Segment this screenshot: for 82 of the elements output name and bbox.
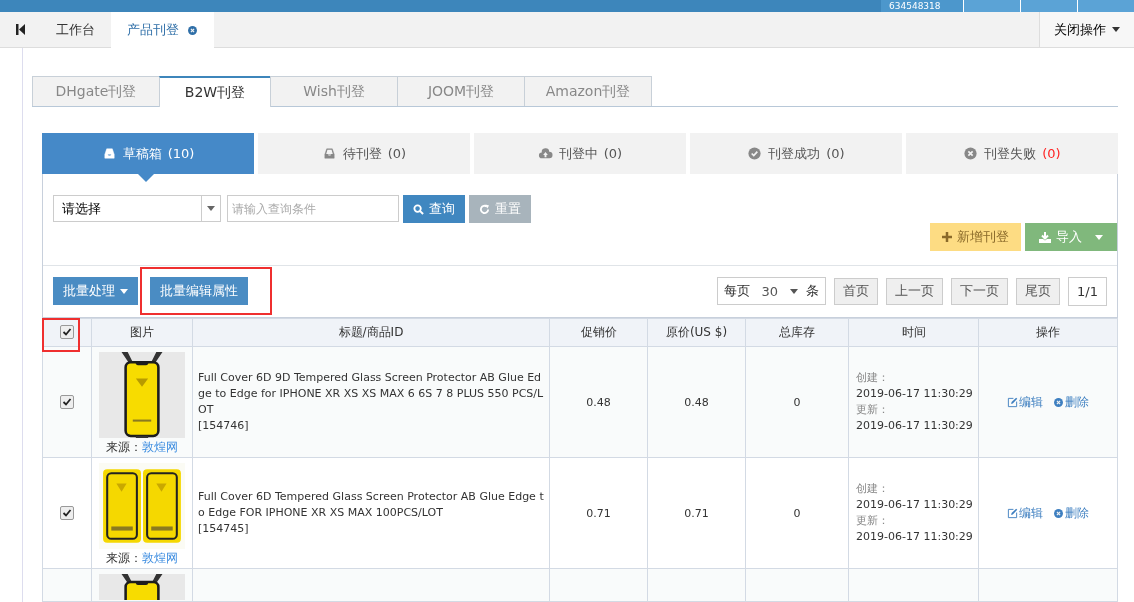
search-icon: [413, 203, 424, 215]
source-label: 来源：: [106, 550, 142, 567]
updated-label: 更新：: [856, 514, 889, 527]
promo-price: 0.48: [586, 395, 611, 409]
caret-icon: [207, 206, 215, 211]
cloud-upload-icon: [537, 146, 553, 161]
source-link[interactable]: 敦煌网: [142, 439, 178, 456]
updated-time: 2019-06-17 11:30:29: [856, 419, 973, 432]
edit-icon: [1007, 507, 1018, 519]
original-price: 0.71: [684, 506, 709, 520]
edit-icon: [1007, 396, 1018, 408]
column-header: 时间: [901, 325, 926, 339]
last-page-button[interactable]: 尾页: [1016, 277, 1061, 305]
close-icon[interactable]: [187, 24, 198, 36]
column-header: 总库存: [779, 325, 815, 339]
created-label: 创建：: [856, 371, 889, 384]
checkbox[interactable]: [60, 394, 74, 409]
created-label: 创建：: [856, 482, 889, 495]
product-title: Full Cover 6D 9D Tempered Glass Screen Protector AB Glue Edge to Edge for IPHONE XR XS XS MAX 6 6S 7 8 PLUS 550 PCS/LOT: [198, 370, 545, 418]
page-tab[interactable]: 产品刊登: [111, 12, 214, 48]
inbox-icon: [101, 146, 117, 161]
platform-tab[interactable]: Amazon刊登: [524, 76, 652, 106]
edit-link[interactable]: 编辑: [1007, 393, 1043, 411]
caret-icon: [790, 288, 799, 294]
batch-process-button[interactable]: 批量处理: [53, 277, 138, 305]
page-indicator: 1/1: [1068, 276, 1107, 306]
created-time: 2019-06-17 11:30:29: [856, 498, 973, 511]
column-header: 标题/商品ID: [338, 325, 404, 339]
column-header: 促销价: [580, 325, 617, 339]
updated-label: 更新：: [856, 403, 889, 416]
stock-count: 0: [793, 395, 801, 409]
product-id: [154745]: [198, 521, 250, 537]
status-tab[interactable]: 刊登失败 (0): [906, 133, 1118, 174]
delete-icon: [1053, 507, 1064, 519]
first-page-button[interactable]: 首页: [834, 277, 879, 305]
page-tab[interactable]: 工作台: [40, 12, 111, 47]
category-select[interactable]: 请选择: [53, 195, 221, 222]
account-number: 634548318: [881, 0, 963, 12]
column-header: 原价(US $): [665, 325, 728, 339]
delete-link[interactable]: 删除: [1053, 504, 1089, 522]
platform-tab[interactable]: DHgate刊登: [32, 76, 160, 106]
caret-icon: [120, 288, 128, 294]
batch-edit-button[interactable]: 批量编辑属性: [150, 277, 248, 305]
source-link[interactable]: 敦煌网: [142, 550, 178, 567]
import-button[interactable]: 导入: [1025, 223, 1117, 251]
original-price: 0.48: [684, 395, 709, 409]
add-listing-button[interactable]: 新增刊登: [930, 223, 1021, 251]
delete-link[interactable]: 删除: [1053, 393, 1089, 411]
status-tab[interactable]: 刊登成功 (0): [690, 133, 902, 174]
download-icon: [1039, 231, 1051, 243]
close-circle-icon: [963, 146, 979, 161]
next-page-button[interactable]: 下一页: [951, 277, 1009, 305]
source-label: 来源：: [106, 439, 142, 456]
plus-icon: [942, 232, 952, 242]
checkbox[interactable]: [60, 505, 74, 520]
edit-link[interactable]: 编辑: [1007, 504, 1043, 522]
caret-icon: [1095, 234, 1103, 240]
check-circle-icon: [747, 146, 763, 161]
column-header: 图片: [130, 325, 154, 339]
updated-time: 2019-06-17 11:30:29: [856, 530, 973, 543]
stock-count: 0: [793, 506, 801, 520]
search-button[interactable]: 查询: [403, 195, 465, 223]
created-time: 2019-06-17 11:30:29: [856, 387, 973, 400]
product-id: [154746]: [198, 418, 250, 434]
product-title: Full Cover 6D Tempered Glass Screen Protector AB Glue Edge to Edge FOR IPHONE XR XS MAX 100PCS/LOT: [198, 489, 545, 521]
page-size-control[interactable]: 每页 30 条: [716, 277, 827, 305]
inbox-icon: [321, 146, 337, 161]
status-tab[interactable]: 刊登中 (0): [474, 133, 686, 174]
column-header: 操作: [1036, 325, 1060, 339]
search-field[interactable]: 请输入查询条件: [227, 195, 399, 222]
promo-price: 0.71: [586, 506, 611, 520]
caret-icon: [1112, 27, 1120, 32]
platform-tab[interactable]: JOOM刊登: [397, 76, 525, 106]
status-tab[interactable]: 待刊登 (0): [258, 133, 470, 174]
platform-tab[interactable]: Wish刊登: [270, 76, 398, 106]
platform-tab[interactable]: B2W刊登: [159, 76, 271, 107]
refresh-icon: [479, 203, 490, 215]
close-menu-button[interactable]: 关闭操作: [1039, 12, 1134, 47]
delete-icon: [1053, 396, 1064, 408]
first-page-icon[interactable]: [15, 24, 25, 35]
prev-page-button[interactable]: 上一页: [886, 277, 944, 305]
checkbox[interactable]: [60, 325, 74, 339]
